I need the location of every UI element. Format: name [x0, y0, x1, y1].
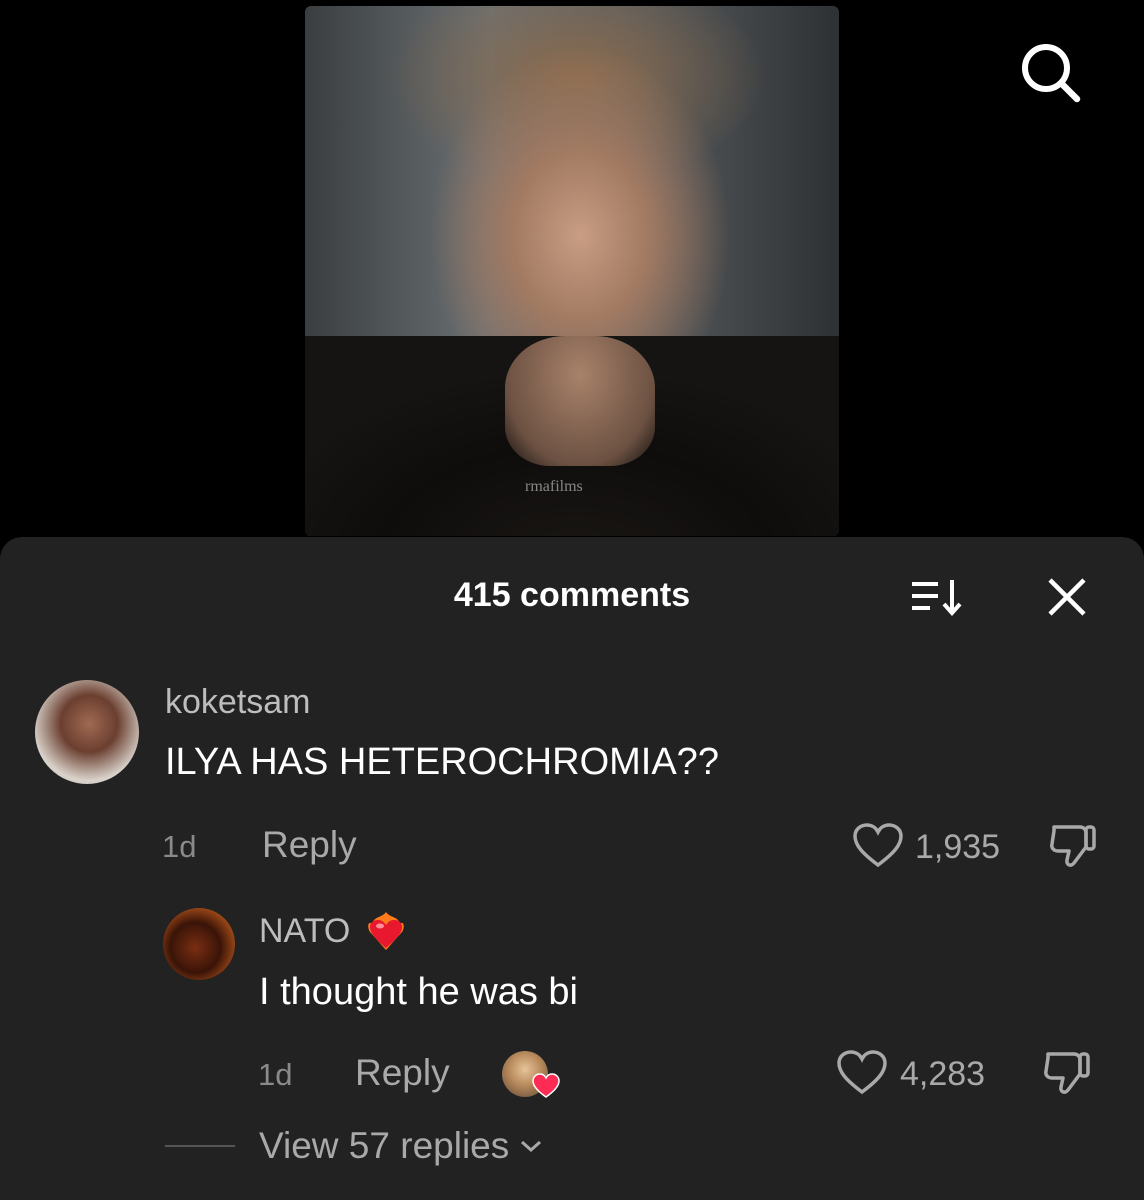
reply-text: I thought he was bi: [259, 971, 578, 1013]
close-icon: [1048, 578, 1086, 616]
comment-text: ILYA HAS HETEROCHROMIA??: [165, 741, 719, 783]
like-count: 4,283: [900, 1055, 986, 1093]
reply-button[interactable]: Reply: [262, 824, 357, 866]
view-replies-button[interactable]: View 57 replies: [165, 1125, 543, 1167]
video-subject-neck: [505, 336, 655, 466]
comments-sheet: [0, 537, 1144, 1200]
comment-username[interactable]: koketsam: [165, 683, 311, 722]
view-replies-label: View 57 replies: [259, 1125, 510, 1166]
thumbs-down-icon: [1044, 1052, 1090, 1094]
search-button[interactable]: [1000, 36, 1100, 108]
like-button[interactable]: [836, 1050, 888, 1101]
avatar-nato[interactable]: [163, 908, 235, 980]
sort-comments-button[interactable]: [908, 574, 966, 620]
avatar-koketsam[interactable]: [35, 680, 139, 784]
thumbs-down-icon: [1050, 825, 1096, 867]
video-player[interactable]: rmafilms: [305, 6, 839, 536]
dislike-button[interactable]: [1042, 1050, 1094, 1103]
reply-button[interactable]: Reply: [355, 1052, 450, 1094]
dislike-button[interactable]: [1048, 823, 1100, 876]
heart-outline-icon: [853, 823, 903, 868]
reply-age: 1d: [258, 1057, 293, 1092]
creator-liked-badge: [502, 1051, 560, 1101]
like-count: 1,935: [915, 828, 1001, 866]
replies-divider: [165, 1145, 235, 1147]
chevron-down-icon: [521, 1140, 542, 1153]
video-watermark: rmafilms: [525, 478, 583, 495]
like-button[interactable]: [852, 823, 904, 874]
heart-filled-icon: [532, 1073, 560, 1098]
sort-icon: [912, 580, 962, 617]
comment-age: 1d: [162, 829, 197, 864]
comments-count-title: 415 comments: [453, 576, 691, 614]
heart-on-fire-emoji-icon: [364, 908, 408, 959]
search-icon: [1022, 44, 1081, 103]
close-comments-button[interactable]: [1042, 574, 1092, 620]
heart-outline-icon: [837, 1050, 887, 1095]
reply-username[interactable]: NATO: [259, 912, 350, 951]
